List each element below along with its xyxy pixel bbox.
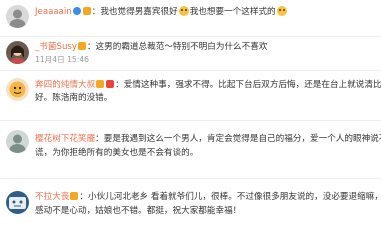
comment-line: 不拉大丧 ：小伙儿河北老乡 看着就爷们儿，很棒。不过像很多朋友说的，没必要退缩嘛，… xyxy=(35,191,381,203)
username[interactable]: _书菌Susy xyxy=(35,42,77,52)
comment-text: 好。陈浩南的没错。 xyxy=(35,93,113,103)
comment-text: ：这男的霸道总裁范～特别不明白为什么不喜欢 xyxy=(86,42,268,52)
member-badge-icon xyxy=(82,7,91,15)
comment-item: 不拉大丧 ：小伙儿河北老乡 看着就爷们儿，很棒。不过像很多朋友说的，没必要退缩嘛，… xyxy=(0,178,381,240)
username[interactable]: 樱花树下花笑靥 xyxy=(35,134,95,144)
comment-text: ：爱情这种事，强求不得。比起下台后双方后悔，还是在台上就说清比较 xyxy=(115,80,381,90)
comment-line: 樱花树下花笑靥：要是我遇到这么一个男人，肯定会觉得是自己的福分，爱一个人的眼神说… xyxy=(35,133,381,145)
comment-line: 感动不是心动，姑娘也不错。都挺，祝大家都能幸福！ xyxy=(35,205,377,217)
username[interactable]: 不拉大丧 xyxy=(35,192,69,202)
comment-text: ：我也觉得男嘉宾很好 xyxy=(91,7,178,17)
comment-line: 奔四的纯情大叔 ：爱情这种事，强求不得。比起下台后双方后悔，还是在台上就说清比较 xyxy=(35,79,381,91)
username[interactable]: 奔四的纯情大叔 xyxy=(35,80,95,90)
member-badge-icon xyxy=(77,42,86,50)
smile-emoji-icon xyxy=(276,6,287,16)
avatar[interactable] xyxy=(6,191,29,214)
comment-item: Jeaaaain ：我也觉得男嘉宾很好 我也想要一个这样式的 xyxy=(0,0,381,37)
avatar[interactable] xyxy=(6,5,29,28)
verified-badge-icon xyxy=(72,7,81,15)
comment-item: _书菌Susy ：这男的霸道总裁范～特别不明白为什么不喜欢 11月4日 15:46 xyxy=(0,36,381,71)
comment-item: 樱花树下花笑靥：要是我遇到这么一个男人，肯定会觉得是自己的福分，爱一个人的眼神说… xyxy=(0,120,381,179)
avatar[interactable] xyxy=(6,41,29,64)
member-badge-icon xyxy=(96,80,105,88)
comment-line: 好。陈浩南的没错。 xyxy=(35,92,377,104)
username[interactable]: Jeaaaain xyxy=(35,7,72,17)
comment-text: 感动不是心动，姑娘也不错。都挺，祝大家都能幸福！ xyxy=(35,206,242,216)
laughing-emoji-icon xyxy=(178,6,189,16)
comment-line: _书菌Susy ：这男的霸道总裁范～特别不明白为什么不喜欢 xyxy=(35,41,377,53)
comment-line: 谎，为你拒绝所有的美女也是不会有谈的。 xyxy=(35,147,377,159)
comment-line: Jeaaaain ：我也觉得男嘉宾很好 我也想要一个这样式的 xyxy=(35,6,377,18)
comment-item: 奔四的纯情大叔 ：爱情这种事，强求不得。比起下台后双方后悔，还是在台上就说清比较 … xyxy=(0,70,381,121)
member-badge-icon xyxy=(70,192,79,200)
comment-feed: Jeaaaain ：我也觉得男嘉宾很好 我也想要一个这样式的 _书菌Susy ：这男的… xyxy=(0,0,381,240)
level-badge-icon xyxy=(106,80,115,88)
comment-text: 我也想要一个这样式的 xyxy=(189,7,276,17)
comment-text: ：要是我遇到这么一个男人，肯定会觉得是自己的福分，爱一个人的眼神说不了 xyxy=(95,134,381,144)
timestamp-line: 11月4日 15:46 xyxy=(35,54,377,66)
avatar[interactable] xyxy=(6,78,29,101)
comment-text: ：小伙儿河北老乡 看着就爷们儿，很棒。不过像很多朋友说的，没必要退缩嘛，毕竟 xyxy=(79,192,381,202)
timestamp: 11月4日 15:46 xyxy=(35,55,89,64)
avatar[interactable] xyxy=(6,130,29,153)
comment-text: 谎，为你拒绝所有的美女也是不会有谈的。 xyxy=(35,148,199,158)
